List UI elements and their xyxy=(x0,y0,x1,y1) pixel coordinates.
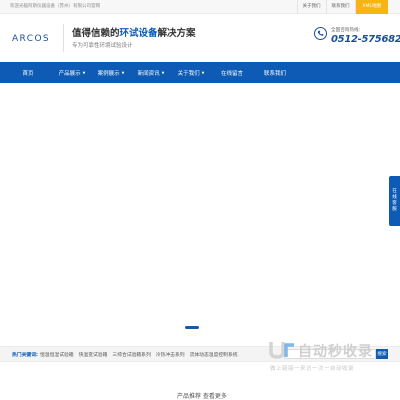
watermark-subtitle: 做上链接一来访一次一自动收录 xyxy=(270,366,355,372)
nav-item-label: 关于我们 xyxy=(177,70,200,77)
main-nav: 首页 产品展示 ▼ 案例展示 ▼ 新闻资讯 ▼ 关于我们 ▼ 在线留言 联系我们 xyxy=(0,62,400,83)
keyword-link[interactable]: 流体动态温度控制系统 xyxy=(190,351,238,358)
phone-icon xyxy=(314,27,327,40)
page: 欢迎光临阿斯仪器设备（苏州）有限公司官网 关于我们 联系我们 XML地图 ARC… xyxy=(0,0,400,400)
hotline-label: 全国咨询热线： xyxy=(331,28,364,33)
slogan-suffix: 解决方案 xyxy=(157,28,196,39)
welcome-text: 欢迎光临阿斯仪器设备（苏州）有限公司官网 xyxy=(10,4,100,9)
nav-item-label: 案例展示 xyxy=(97,70,120,77)
slogan: 值得信赖的环试设备解决方案 xyxy=(72,25,196,39)
keyword-link[interactable]: 三综合试验箱系列 xyxy=(112,351,150,358)
xml-sitemap-link[interactable]: XML地图 xyxy=(354,0,388,14)
watermark-title: 自动秒收录 xyxy=(298,344,373,360)
nav-item[interactable]: 案例展示 ▼ xyxy=(89,62,133,83)
hotline-number: 0512-57568285 xyxy=(331,34,400,45)
slogan-highlight: 环试设备 xyxy=(119,28,158,39)
nav-item-label: 产品展示 xyxy=(58,70,81,77)
chevron-down-icon: ▼ xyxy=(82,70,86,75)
logo-divider xyxy=(63,24,64,52)
product-section-heading: 产品推荐 查看更多 xyxy=(177,393,227,400)
about-us-link[interactable]: 关于我们 xyxy=(296,0,326,14)
top-links: 关于我们 联系我们 XML地图 xyxy=(296,0,388,14)
hero-banner xyxy=(0,83,400,346)
slogan-prefix: 值得信赖的 xyxy=(72,28,120,39)
watermark-logo-icon xyxy=(269,342,294,359)
site-logo[interactable]: ARCOS xyxy=(12,34,50,44)
keyword-link[interactable]: 冷热冲击系列 xyxy=(156,351,185,358)
nav-item[interactable]: 关于我们 ▼ xyxy=(169,62,213,83)
sub-slogan: 专为可靠性环境试验设计 xyxy=(72,43,133,49)
keyword-link[interactable]: 快温变试验箱 xyxy=(79,351,108,358)
chevron-down-icon: ▼ xyxy=(201,70,205,75)
hot-keywords-label: 热门关键词: xyxy=(12,353,38,358)
nav-item[interactable]: 首页 xyxy=(0,62,56,83)
carousel-indicator[interactable] xyxy=(185,326,199,329)
nav-item[interactable]: 新闻资讯 ▼ xyxy=(129,62,173,83)
nav-item-label: 联系我们 xyxy=(263,70,286,77)
chevron-down-icon: ▼ xyxy=(121,70,125,75)
nav-item[interactable]: 产品展示 ▼ xyxy=(50,62,94,83)
hot-keywords-list: 恒温恒湿试验箱 快温变试验箱 三综合试验箱系列 冷热冲击系列 流体动态温度控制系… xyxy=(40,351,243,358)
nav-item[interactable]: 联系我们 xyxy=(247,62,303,83)
online-service-panel[interactable]: 在 线 客 服 xyxy=(389,176,400,226)
nav-item-label: 新闻资讯 xyxy=(137,70,160,77)
nav-item-label: 首页 xyxy=(22,70,34,77)
watermark: 自动秒收录 做上链接一来访一次一自动收录 xyxy=(268,338,388,378)
contact-us-link[interactable]: 联系我们 xyxy=(325,0,355,14)
top-bar: 欢迎光临阿斯仪器设备（苏州）有限公司官网 关于我们 联系我们 XML地图 xyxy=(0,0,400,14)
nav-item-label: 在线留言 xyxy=(220,70,243,77)
chevron-down-icon: ▼ xyxy=(161,70,165,75)
float-char: 服 xyxy=(392,207,397,212)
keyword-link[interactable]: 恒温恒湿试验箱 xyxy=(40,351,74,358)
site-header: ARCOS 值得信赖的环试设备解决方案 专为可靠性环境试验设计 全国咨询热线： … xyxy=(0,14,400,62)
